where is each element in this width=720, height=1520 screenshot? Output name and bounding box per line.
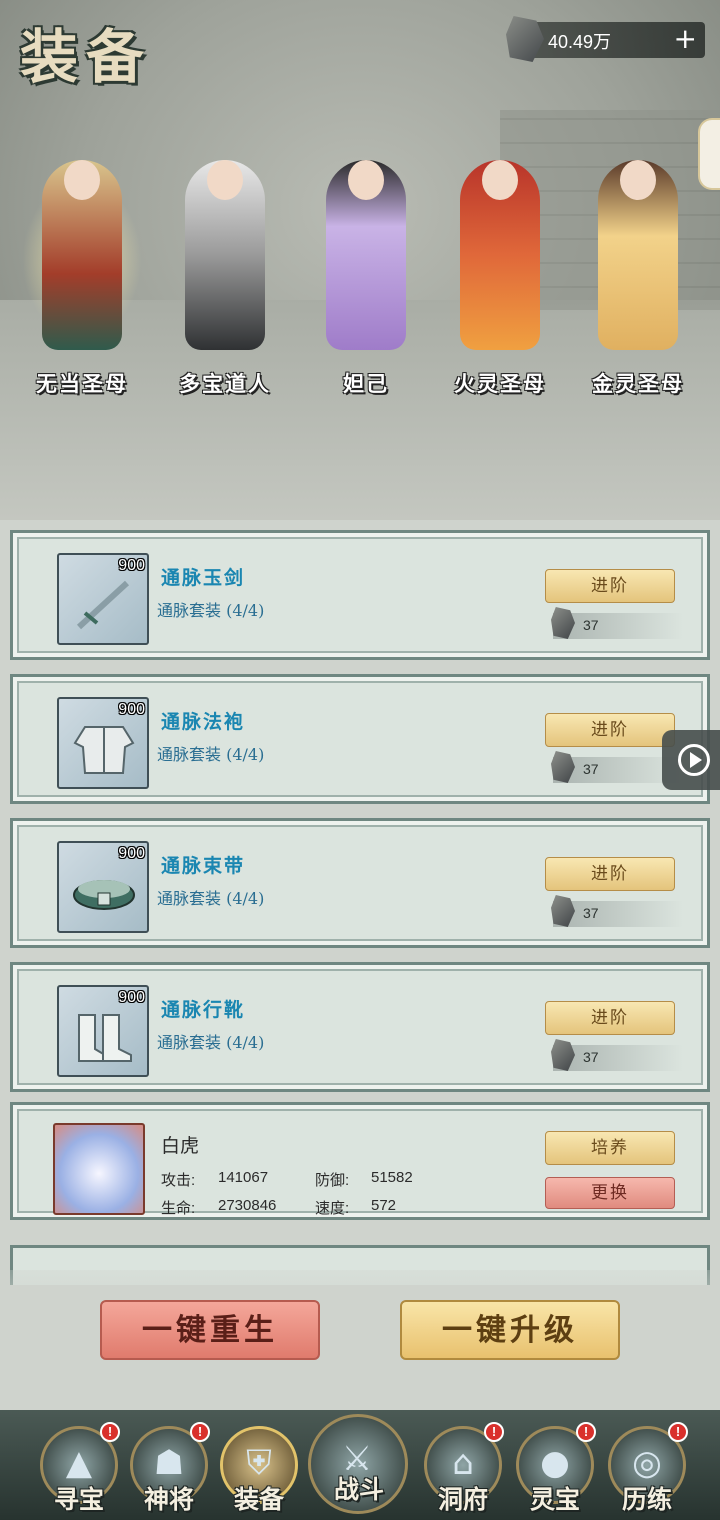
boots-icon bbox=[78, 1014, 132, 1062]
cost-amount: 37 bbox=[583, 905, 599, 921]
equipment-slot[interactable]: 900 bbox=[57, 553, 149, 645]
alert-badge: ! bbox=[668, 1422, 688, 1442]
advance-button[interactable]: 进阶 bbox=[545, 1001, 675, 1035]
one-click-upgrade-button[interactable]: 一键升级 bbox=[400, 1300, 620, 1360]
nav-treasure-hunt[interactable]: ▲ 寻宝 ! bbox=[36, 1422, 122, 1518]
ore-icon bbox=[551, 1039, 575, 1071]
hero-wudang[interactable]: 无当圣母 bbox=[12, 150, 152, 410]
hero-row: 无当圣母 多宝道人 妲己 火灵圣母 金灵圣母 bbox=[0, 150, 720, 410]
advance-button[interactable]: 进阶 bbox=[545, 569, 675, 603]
equipment-level: 900 bbox=[118, 845, 145, 862]
swap-button[interactable]: 更换 bbox=[545, 1177, 675, 1209]
advance-button[interactable]: 进阶 bbox=[545, 713, 675, 747]
nav-training[interactable]: ◎ 历练 ! bbox=[604, 1422, 690, 1518]
nav-generals[interactable]: ☗ 神将 ! bbox=[126, 1422, 212, 1518]
ore-icon bbox=[551, 751, 575, 783]
nav-label: 洞府 bbox=[437, 1485, 488, 1514]
speed-value: 572 bbox=[371, 1197, 397, 1214]
hero-jinling[interactable]: 金灵圣母 bbox=[568, 150, 708, 410]
hero-huoling[interactable]: 火灵圣母 bbox=[430, 150, 570, 410]
hero-name: 多宝道人 bbox=[179, 371, 271, 396]
nav-equipment[interactable]: ⛨ 装备 bbox=[216, 1422, 302, 1518]
belt-icon bbox=[73, 880, 135, 910]
nav-cave-palace[interactable]: ⌂ 洞府 ! bbox=[420, 1422, 506, 1518]
cost-display: 37 bbox=[551, 607, 683, 639]
side-event-badge[interactable] bbox=[698, 118, 720, 190]
ore-icon bbox=[506, 16, 544, 62]
nav-label: 装备 bbox=[233, 1485, 284, 1514]
equipment-set: 通脉套装 (4/4) bbox=[157, 601, 265, 620]
defense-value: 51582 bbox=[371, 1169, 413, 1186]
equipment-name: 通脉玉剑 bbox=[161, 567, 246, 589]
hero-head bbox=[348, 160, 384, 200]
equipment-level: 900 bbox=[118, 557, 145, 574]
nav-label: 灵宝 bbox=[529, 1485, 580, 1514]
alert-badge: ! bbox=[190, 1422, 210, 1442]
equipment-card-belt: 900 通脉束带 通脉套装 (4/4) 进阶 37 bbox=[10, 818, 710, 948]
hero-name: 火灵圣母 bbox=[454, 371, 546, 396]
alert-badge: ! bbox=[100, 1422, 120, 1442]
ore-icon bbox=[551, 607, 575, 639]
currency-bar: 40.49万 + bbox=[506, 16, 705, 62]
bottom-nav: ▲ 寻宝 ! ☗ 神将 ! ⛨ 装备 ⚔ 战斗 ⌂ 洞府 ! ● 灵宝 ! ◎ … bbox=[0, 1410, 720, 1520]
equipment-slot[interactable]: 900 bbox=[57, 697, 149, 789]
alert-badge: ! bbox=[484, 1422, 504, 1442]
equipment-name: 通脉法袍 bbox=[161, 711, 246, 733]
hero-head bbox=[64, 160, 100, 200]
equipment-card-robe: 900 通脉法袍 通脉套装 (4/4) 进阶 37 bbox=[10, 674, 710, 804]
equipment-set: 通脉套装 (4/4) bbox=[157, 889, 265, 908]
equipment-slot[interactable]: 900 bbox=[57, 985, 149, 1077]
equipment-card-weapon: 900 通脉玉剑 通脉套装 (4/4) 进阶 37 bbox=[10, 530, 710, 660]
currency-amount: 40.49万 bbox=[548, 32, 612, 52]
nav-label: 寻宝 bbox=[53, 1485, 104, 1514]
train-button[interactable]: 培养 bbox=[545, 1131, 675, 1165]
plus-icon[interactable]: + bbox=[674, 24, 697, 54]
hp-label: 生命: bbox=[161, 1200, 196, 1217]
equipment-card-boots: 900 通脉行靴 通脉套装 (4/4) 进阶 37 bbox=[10, 962, 710, 1092]
hero-daji[interactable]: 妲己 bbox=[296, 150, 436, 410]
hero-name: 金灵圣母 bbox=[592, 371, 684, 396]
hero-duobao[interactable]: 多宝道人 bbox=[155, 150, 295, 410]
equipment-slot[interactable]: 900 bbox=[57, 841, 149, 933]
attack-label: 攻击: bbox=[161, 1172, 196, 1189]
hero-name: 妲己 bbox=[343, 371, 389, 396]
beast-portrait[interactable] bbox=[53, 1123, 145, 1215]
video-play-button[interactable] bbox=[662, 730, 720, 790]
equipment-name: 通脉行靴 bbox=[161, 999, 246, 1021]
attack-value: 141067 bbox=[218, 1169, 269, 1186]
defense-label: 防御: bbox=[315, 1172, 350, 1189]
hero-head bbox=[620, 160, 656, 200]
nav-label: 战斗 bbox=[333, 1475, 384, 1504]
cost-amount: 37 bbox=[583, 617, 599, 633]
hp-value: 2730846 bbox=[218, 1197, 277, 1214]
page-title: 装备 bbox=[20, 23, 153, 91]
cost-amount: 37 bbox=[583, 1049, 599, 1065]
cost-display: 37 bbox=[551, 1039, 683, 1071]
nav-battle[interactable]: ⚔ 战斗 bbox=[304, 1410, 414, 1514]
ore-icon bbox=[551, 895, 575, 927]
one-click-rebirth-button[interactable]: 一键重生 bbox=[100, 1300, 320, 1360]
equipment-set: 通脉套装 (4/4) bbox=[157, 745, 265, 764]
hero-head bbox=[207, 160, 243, 200]
sword-icon bbox=[76, 580, 130, 630]
equipment-set: 通脉套装 (4/4) bbox=[157, 1033, 265, 1052]
beast-name: 白虎 bbox=[161, 1135, 200, 1157]
hero-name: 无当圣母 bbox=[36, 371, 128, 396]
robe-icon bbox=[73, 726, 135, 774]
play-icon bbox=[690, 752, 702, 768]
equipment-level: 900 bbox=[118, 701, 145, 718]
equipment-level: 900 bbox=[118, 989, 145, 1006]
alert-badge: ! bbox=[576, 1422, 596, 1442]
hero-head bbox=[482, 160, 518, 200]
cost-amount: 37 bbox=[583, 761, 599, 777]
speed-label: 速度: bbox=[315, 1200, 350, 1217]
nav-spirit-treasure[interactable]: ● 灵宝 ! bbox=[512, 1422, 598, 1518]
cost-display: 37 bbox=[551, 895, 683, 927]
nav-label: 神将 bbox=[143, 1485, 194, 1514]
nav-label: 历练 bbox=[621, 1485, 672, 1514]
advance-button[interactable]: 进阶 bbox=[545, 857, 675, 891]
spirit-beast-card: 白虎 攻击: 141067 防御: 51582 生命: 2730846 速度: … bbox=[10, 1102, 710, 1220]
equipment-name: 通脉束带 bbox=[161, 855, 246, 877]
